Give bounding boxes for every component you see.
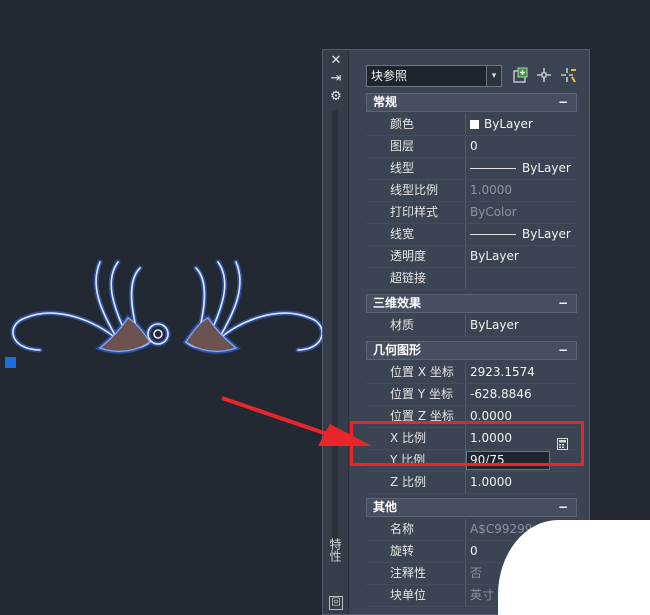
- page-curl-overlay: [498, 520, 650, 615]
